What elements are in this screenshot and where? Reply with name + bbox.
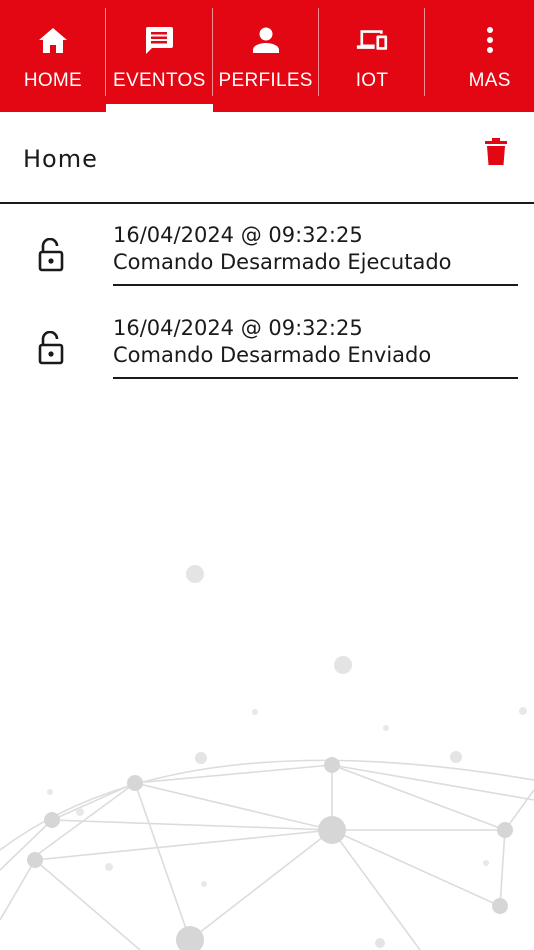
lock-open-icon <box>36 330 66 365</box>
tab-home[interactable]: HOME <box>0 0 106 112</box>
event-timestamp: 16/04/2024 @ 09:32:25 <box>113 316 363 340</box>
lock-open-icon <box>36 237 66 272</box>
tab-perfiles-label: PERFILES <box>218 70 313 91</box>
event-texts: 16/04/2024 @ 09:32:25 Comando Desarmado … <box>113 315 518 379</box>
list-item[interactable]: 16/04/2024 @ 09:32:25 Comando Desarmado … <box>0 297 534 389</box>
more-vertical-icon <box>474 24 506 56</box>
tab-bar: HOME EVENTOS PERFILES IOT MAS <box>0 0 534 112</box>
tab-divider <box>424 8 426 96</box>
tab-eventos-label: EVENTOS <box>113 70 206 91</box>
person-icon <box>250 24 282 56</box>
tab-home-label: HOME <box>23 70 83 91</box>
tab-mas-label: MAS <box>468 70 511 91</box>
event-timestamp: 16/04/2024 @ 09:32:25 <box>113 223 363 247</box>
network-background <box>0 565 534 950</box>
delete-button[interactable] <box>484 138 512 168</box>
event-texts: 16/04/2024 @ 09:32:25 Comando Desarmado … <box>113 222 518 286</box>
page-title: Home <box>23 145 98 173</box>
page-header: Home <box>0 112 534 204</box>
tab-mas[interactable]: MAS <box>445 0 534 112</box>
event-message: Comando Desarmado Ejecutado <box>113 250 452 274</box>
tab-iot-label: IOT <box>355 70 389 91</box>
tab-iot[interactable]: IOT <box>319 0 426 112</box>
list-item[interactable]: 16/04/2024 @ 09:32:25 Comando Desarmado … <box>0 204 534 296</box>
devices-icon <box>356 24 388 56</box>
event-message: Comando Desarmado Enviado <box>113 343 432 367</box>
tab-perfiles[interactable]: PERFILES <box>213 0 319 112</box>
tab-eventos[interactable]: EVENTOS <box>105 0 213 112</box>
home-icon <box>37 24 69 56</box>
chat-icon <box>143 24 175 56</box>
trash-icon <box>485 138 507 165</box>
